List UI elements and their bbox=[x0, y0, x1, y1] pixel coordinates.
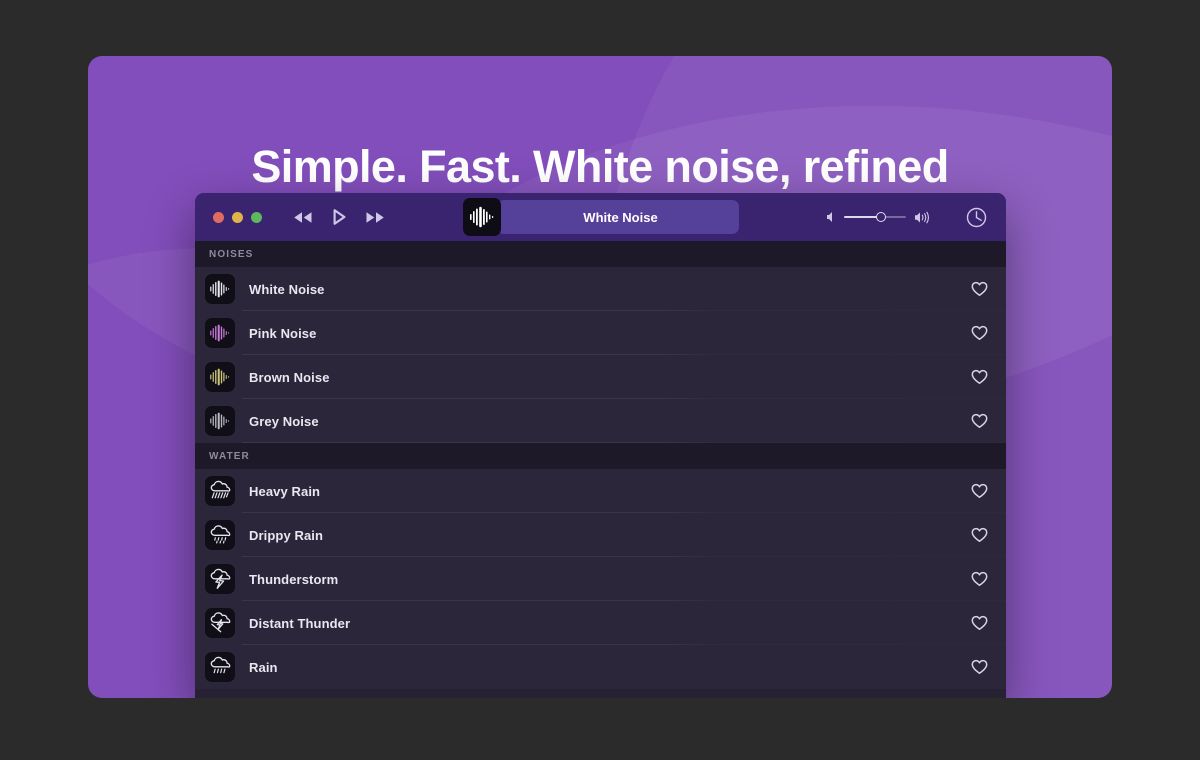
list-item[interactable]: White Noise bbox=[195, 267, 1006, 311]
fast-forward-button[interactable] bbox=[364, 207, 386, 227]
section-title: WATER bbox=[209, 450, 250, 462]
list-item-label: Distant Thunder bbox=[249, 615, 351, 631]
list-item[interactable]: Heavy Rain bbox=[195, 469, 1006, 513]
waveform-icon bbox=[205, 362, 235, 392]
drippy-rain-icon bbox=[205, 520, 235, 550]
list-item-label: Pink Noise bbox=[249, 325, 317, 341]
window-toolbar: White Noise bbox=[195, 193, 1006, 241]
play-icon bbox=[333, 209, 345, 225]
rain-icon bbox=[205, 652, 235, 682]
fast-forward-icon bbox=[366, 211, 384, 223]
heart-outline-icon bbox=[971, 281, 987, 296]
page-title: Simple. Fast. White noise, refined bbox=[251, 141, 949, 192]
list-item-label: Rain bbox=[249, 659, 278, 675]
favorite-button[interactable] bbox=[968, 568, 990, 590]
rewind-icon bbox=[294, 211, 312, 223]
toolbar-right-tools bbox=[826, 205, 992, 229]
traffic-lights bbox=[213, 211, 262, 223]
list-item[interactable]: Drippy Rain bbox=[195, 513, 1006, 557]
list-item[interactable]: Rain bbox=[195, 645, 1006, 689]
list-item[interactable]: Grey Noise bbox=[195, 399, 1006, 443]
waveform-icon bbox=[469, 206, 493, 228]
volume-slider[interactable] bbox=[844, 210, 906, 224]
favorite-button[interactable] bbox=[968, 366, 990, 388]
waveform-icon bbox=[205, 274, 235, 304]
list-item[interactable]: Thunderstorm bbox=[195, 557, 1006, 601]
favorite-button[interactable] bbox=[968, 322, 990, 344]
favorite-button[interactable] bbox=[968, 410, 990, 432]
volume-max-icon[interactable] bbox=[914, 211, 930, 224]
app-window: White Noise NOISES White Noise Pink Nois… bbox=[195, 193, 1006, 698]
now-playing-thumbnail bbox=[462, 198, 501, 236]
heart-outline-icon bbox=[971, 325, 987, 340]
distant-thunder-icon bbox=[205, 608, 235, 638]
list-item-label: Heavy Rain bbox=[249, 483, 321, 499]
volume-min-icon[interactable] bbox=[826, 211, 836, 223]
heart-outline-icon bbox=[971, 369, 987, 384]
favorite-button[interactable] bbox=[968, 278, 990, 300]
section-header-water: WATER bbox=[195, 443, 1006, 469]
minimize-button[interactable] bbox=[232, 211, 243, 223]
list-item[interactable]: Distant Thunder bbox=[195, 601, 1006, 645]
timer-button[interactable] bbox=[964, 205, 988, 229]
list-item-label: Brown Noise bbox=[249, 369, 330, 385]
transport-controls bbox=[292, 207, 386, 227]
list-item-label: White Noise bbox=[249, 281, 325, 297]
heart-outline-icon bbox=[971, 483, 987, 498]
favorite-button[interactable] bbox=[968, 524, 990, 546]
waveform-icon bbox=[205, 406, 235, 436]
screenshot-root: Simple. Fast. White noise, refined White… bbox=[0, 0, 1200, 760]
timer-clock-icon bbox=[966, 207, 986, 227]
now-playing[interactable]: White Noise bbox=[462, 198, 739, 236]
section-header-noises: NOISES bbox=[195, 241, 1006, 267]
list-item-label: Thunderstorm bbox=[249, 571, 339, 587]
now-playing-title: White Noise bbox=[496, 200, 739, 234]
heart-outline-icon bbox=[971, 571, 987, 586]
heart-outline-icon bbox=[971, 615, 987, 630]
play-button[interactable] bbox=[328, 207, 350, 227]
thunderstorm-icon bbox=[205, 564, 235, 594]
heart-outline-icon bbox=[971, 527, 987, 542]
volume-slider-knob[interactable] bbox=[876, 212, 887, 222]
favorite-button[interactable] bbox=[968, 656, 990, 678]
sound-list[interactable]: NOISES White Noise Pink Noise Brown Nois… bbox=[195, 241, 1006, 698]
list-item-label: Drippy Rain bbox=[249, 527, 324, 543]
list-item[interactable]: Pink Noise bbox=[195, 311, 1006, 355]
volume-control bbox=[826, 210, 930, 224]
promo-card: Simple. Fast. White noise, refined White… bbox=[88, 56, 1112, 698]
rewind-button[interactable] bbox=[292, 207, 314, 227]
heart-outline-icon bbox=[971, 413, 987, 428]
waveform-icon bbox=[205, 318, 235, 348]
heart-outline-icon bbox=[971, 659, 987, 674]
zoom-button[interactable] bbox=[251, 211, 262, 223]
section-title: NOISES bbox=[209, 248, 254, 260]
favorite-button[interactable] bbox=[968, 612, 990, 634]
list-item[interactable]: Brown Noise bbox=[195, 355, 1006, 399]
favorite-button[interactable] bbox=[968, 480, 990, 502]
heavy-rain-icon bbox=[205, 476, 235, 506]
list-item-label: Grey Noise bbox=[249, 413, 319, 429]
close-button[interactable] bbox=[213, 211, 224, 223]
